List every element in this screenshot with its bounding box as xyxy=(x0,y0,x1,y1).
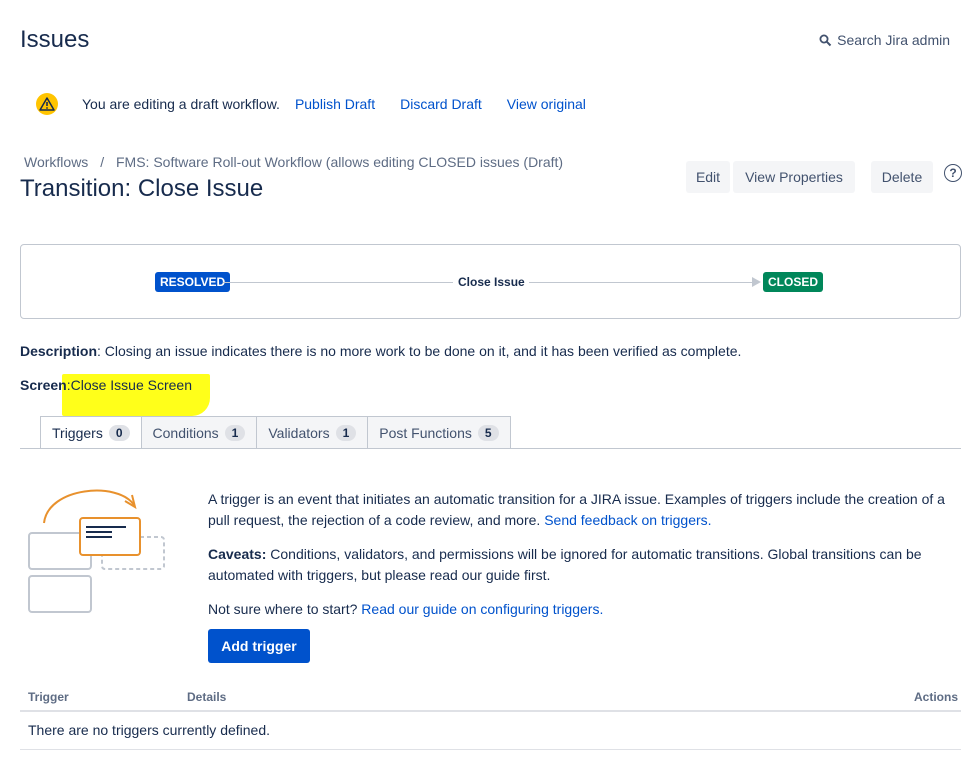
search-icon xyxy=(819,34,832,46)
tab-label: Validators xyxy=(268,424,330,441)
tab-conditions[interactable]: Conditions 1 xyxy=(140,416,258,449)
transition-label: Close Issue xyxy=(458,275,525,289)
transition-diagram: RESOLVED Close Issue CLOSED xyxy=(20,244,961,319)
breadcrumb: Workflows / FMS: Software Roll-out Workf… xyxy=(24,154,563,170)
tab-count-badge: 5 xyxy=(477,424,499,441)
tab-triggers[interactable]: Triggers 0 xyxy=(40,416,142,449)
edit-button[interactable]: Edit xyxy=(686,161,730,193)
column-header-details: Details xyxy=(187,690,227,704)
tab-label: Conditions xyxy=(152,424,219,441)
screen-field: Screen:Close Issue Screen xyxy=(20,377,192,393)
page-title: Issues xyxy=(20,26,90,53)
discard-draft-link[interactable]: Discard Draft xyxy=(400,96,482,112)
transition-line-left xyxy=(223,282,453,283)
column-header-trigger: Trigger xyxy=(28,690,69,704)
breadcrumb-workflow-name[interactable]: FMS: Software Roll-out Workflow (allows … xyxy=(116,154,563,170)
table-bottom-divider xyxy=(20,749,961,750)
draft-message: You are editing a draft workflow. xyxy=(82,96,280,112)
transition-line-right xyxy=(529,282,754,283)
search-jira-admin[interactable]: Search Jira admin xyxy=(819,32,950,48)
transition-tabs: Triggers 0 Conditions 1 Validators 1 Pos… xyxy=(40,416,511,449)
search-label: Search Jira admin xyxy=(837,32,950,48)
tab-label: Triggers xyxy=(52,424,103,441)
send-feedback-link[interactable]: Send feedback on triggers. xyxy=(544,512,711,528)
column-header-actions: Actions xyxy=(913,690,958,704)
publish-draft-link[interactable]: Publish Draft xyxy=(295,96,375,112)
status-closed: CLOSED xyxy=(763,272,824,292)
tab-count-badge: 0 xyxy=(108,424,130,441)
arrow-icon xyxy=(752,277,761,287)
caveats-paragraph: Caveats: Conditions, validators, and per… xyxy=(208,544,960,586)
view-original-link[interactable]: View original xyxy=(507,96,586,112)
delete-button[interactable]: Delete xyxy=(871,161,933,193)
status-resolved: RESOLVED xyxy=(155,272,231,292)
help-icon[interactable]: ? xyxy=(944,164,962,182)
read-guide-link[interactable]: Read our guide on configuring triggers. xyxy=(361,601,603,617)
tab-post-functions[interactable]: Post Functions 5 xyxy=(367,416,511,449)
tab-count-badge: 1 xyxy=(224,424,246,441)
tabs-divider xyxy=(20,448,961,449)
view-properties-button[interactable]: View Properties xyxy=(733,161,855,193)
description: Description: Closing an issue indicates … xyxy=(20,343,741,359)
screen-value: Close Issue Screen xyxy=(70,377,192,393)
start-text: Not sure where to start? xyxy=(208,601,358,617)
empty-table-message: There are no triggers currently defined. xyxy=(28,722,271,738)
triggers-illustration xyxy=(28,489,165,613)
triggers-info: A trigger is an event that initiates an … xyxy=(208,489,960,633)
triggers-intro-paragraph: A trigger is an event that initiates an … xyxy=(208,489,960,531)
add-trigger-button[interactable]: Add trigger xyxy=(208,629,310,663)
tab-validators[interactable]: Validators 1 xyxy=(256,416,369,449)
description-value: : Closing an issue indicates there is no… xyxy=(97,343,742,359)
description-label: Description xyxy=(20,343,98,359)
breadcrumb-workflows[interactable]: Workflows xyxy=(24,154,88,170)
screen-colon: : xyxy=(66,377,71,393)
tab-count-badge: 1 xyxy=(335,424,357,441)
caveats-label: Caveats: xyxy=(208,546,267,562)
draft-workflow-notice: You are editing a draft workflow. Publis… xyxy=(36,93,611,115)
tab-label: Post Functions xyxy=(379,424,472,441)
start-paragraph: Not sure where to start? Read our guide … xyxy=(208,599,960,620)
caveats-text: Conditions, validators, and permissions … xyxy=(208,546,922,583)
table-header-divider xyxy=(20,710,961,712)
breadcrumb-separator: / xyxy=(100,154,105,170)
screen-label: Screen xyxy=(20,377,67,393)
warning-icon xyxy=(36,93,58,115)
transition-title: Transition: Close Issue xyxy=(20,175,264,202)
